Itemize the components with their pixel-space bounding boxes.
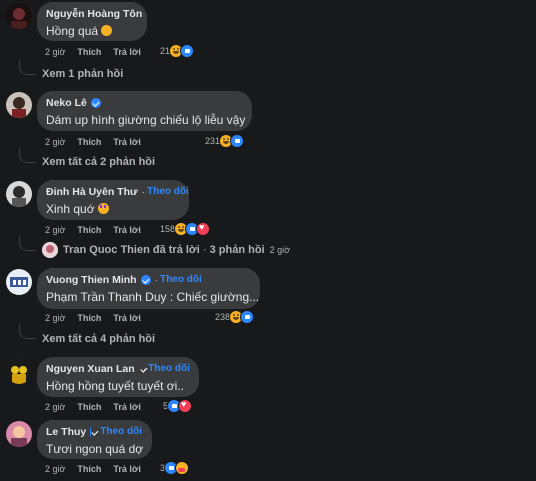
thread-connector [19, 148, 36, 163]
reply-time: 2 giờ [269, 245, 291, 255]
love-reaction-icon [196, 222, 211, 236]
star-struck-emoji-icon [97, 203, 109, 214]
reply-preview[interactable]: Tran Quoc Thien đã trả lời · 3 phản hồi … [42, 242, 290, 258]
reply-button[interactable]: Trả lời [113, 402, 140, 412]
reaction-summary[interactable]: 5 [163, 399, 193, 413]
like-button[interactable]: Thích [77, 225, 101, 235]
author-name[interactable]: Vuong Thien Minh · Theo dõi [46, 273, 250, 287]
comment-bubble: Nguyen Xuan Lan·Theo dõi Hồng hồng tuyết… [37, 357, 199, 397]
replier-name[interactable]: Tran Quoc Thien [63, 244, 150, 256]
grinning-emoji-icon [101, 25, 113, 36]
author-name[interactable]: Nguyễn Hoàng Tôn [46, 7, 142, 21]
reaction-count: 158 [160, 224, 176, 234]
like-button[interactable]: Thích [77, 402, 101, 412]
reply-button[interactable]: Trả lời [113, 225, 140, 235]
view-replies-link[interactable]: Xem tất cả 2 phản hồi [42, 156, 155, 168]
reaction-summary[interactable]: 238 [215, 310, 255, 324]
avatar[interactable] [6, 421, 32, 447]
timestamp[interactable]: 2 giờ [45, 47, 65, 57]
comment-text: Tươi ngon quá dợ [46, 442, 144, 456]
reply-button[interactable]: Trả lời [113, 313, 140, 323]
like-reaction-icon [230, 134, 245, 148]
reaction-summary[interactable]: 21 [160, 44, 195, 58]
reply-button[interactable]: Trả lời [113, 464, 140, 474]
timestamp[interactable]: 2 giờ [45, 402, 65, 412]
avatar[interactable] [6, 358, 32, 384]
follow-button[interactable]: Theo dõi [147, 185, 189, 199]
comment-text: Phạm Trần Thanh Duy : Chiếc giường... [46, 290, 260, 304]
like-button[interactable]: Thích [77, 47, 101, 57]
verified-badge-icon [90, 98, 101, 108]
avatar[interactable] [6, 3, 32, 29]
reaction-summary[interactable]: 158 [160, 222, 211, 236]
comment-text: Hồng quá [46, 23, 137, 39]
care-reaction-icon [175, 461, 190, 475]
thread-connector [19, 324, 36, 339]
timestamp[interactable]: 2 giờ [45, 313, 65, 323]
author-name[interactable]: Đinh Hà Uyên Thư · Theo dõi [46, 185, 189, 199]
author-name[interactable]: Le Thuy·Theo dõi [46, 425, 142, 439]
comment-actions: 2 giờ Thích Trả lời [45, 313, 141, 323]
follow-button[interactable]: Theo dõi [148, 362, 190, 376]
like-button[interactable]: Thích [77, 137, 101, 147]
love-reaction-icon [178, 399, 193, 413]
verified-badge-icon [90, 427, 91, 437]
like-button[interactable]: Thích [77, 313, 101, 323]
avatar[interactable] [6, 181, 32, 207]
comment-bubble: Vuong Thien Minh · Theo dõi Phạm Trần Than… [37, 268, 260, 309]
view-replies-link[interactable]: Xem 1 phản hồi [42, 68, 123, 80]
comment-text: Dám up hình giường chiếu lộ liễu vậy [46, 113, 246, 127]
comment-actions: 2 giờ Thích Trả lời [45, 137, 141, 147]
reply-action: đã trả lời [152, 244, 200, 256]
comment-actions: 2 giờ Thích Trả lời [45, 47, 141, 57]
like-reaction-icon [240, 310, 255, 324]
reply-button[interactable]: Trả lời [113, 137, 140, 147]
author-name[interactable]: Neko Lê [46, 96, 242, 110]
like-reaction-icon [180, 44, 195, 58]
comment-text: Hồng hồng tuyết tuyết ơi.. [46, 379, 184, 393]
timestamp[interactable]: 2 giờ [45, 225, 65, 235]
like-button[interactable]: Thích [77, 464, 101, 474]
comment-bubble: Neko Lê Dám up hình giường chiếu lộ liễu… [37, 91, 252, 131]
timestamp[interactable]: 2 giờ [45, 137, 65, 147]
thread-connector [19, 236, 36, 251]
reaction-summary[interactable]: 3 [160, 461, 190, 475]
replier-avatar [42, 242, 58, 258]
reaction-count: 238 [215, 312, 231, 322]
comment-actions: 2 giờ Thích Trả lời [45, 225, 141, 235]
comment-bubble: Nguyễn Hoàng Tôn Hồng quá [37, 2, 147, 41]
follow-button[interactable]: Theo dõi [100, 425, 142, 439]
follow-button[interactable]: Theo dõi [160, 273, 202, 287]
comment-actions: 2 giờ Thích Trả lời [45, 402, 141, 412]
view-replies-link[interactable]: Xem tất cả 4 phản hồi [42, 333, 155, 345]
author-name[interactable]: Nguyen Xuan Lan·Theo dõi [46, 362, 190, 376]
verified-badge-icon [140, 275, 151, 285]
comment-text: Xinh quớ [46, 201, 179, 217]
comment-bubble: Đinh Hà Uyên Thư · Theo dõi Xinh quớ [37, 180, 189, 220]
reaction-summary[interactable]: 231 [205, 134, 245, 148]
comment-bubble: Le Thuy·Theo dõi Tươi ngon quá dợ [37, 420, 152, 459]
reply-count: 3 phản hồi [209, 244, 265, 256]
comment-actions: 2 giờ Thích Trả lời [45, 464, 141, 474]
thread-connector [19, 60, 36, 75]
reaction-count: 231 [205, 136, 221, 146]
reply-button[interactable]: Trả lời [113, 47, 140, 57]
avatar[interactable] [6, 269, 32, 295]
avatar[interactable] [6, 92, 32, 118]
timestamp[interactable]: 2 giờ [45, 464, 65, 474]
